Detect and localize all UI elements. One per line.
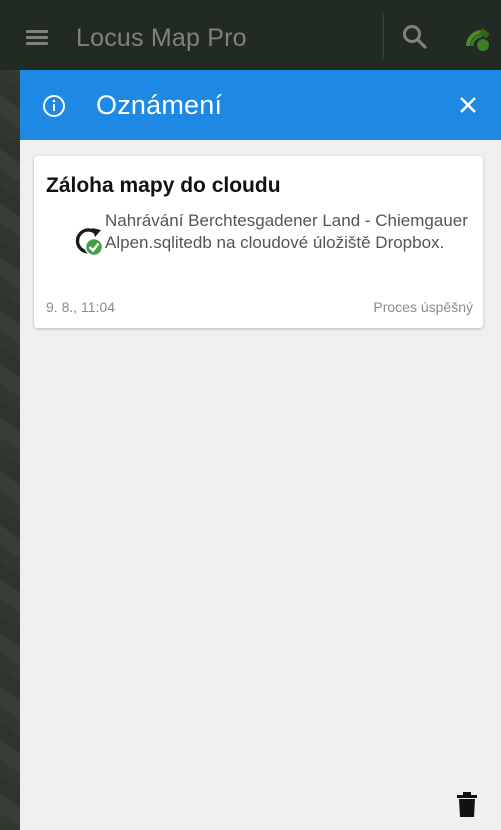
app-title: Locus Map Pro <box>76 24 247 52</box>
trash-icon[interactable] <box>456 792 478 818</box>
notification-card[interactable]: Záloha mapy do cloudu Nahrávání Berchtes… <box>34 156 483 328</box>
gps-satellite-icon[interactable] <box>462 24 492 54</box>
hamburger-menu-icon[interactable] <box>26 30 48 46</box>
dialog-title: Oznámení <box>96 90 223 120</box>
search-icon[interactable] <box>402 24 428 50</box>
app-bar-divider <box>383 14 384 58</box>
notification-title: Záloha mapy do cloudu <box>46 174 281 197</box>
notification-message: Nahrávání Berchtesgadener Land - Chiemga… <box>105 211 468 252</box>
sync-success-icon <box>75 228 104 257</box>
info-icon <box>43 95 65 117</box>
dialog-header: Oznámení <box>20 70 501 140</box>
close-button[interactable] <box>450 87 486 123</box>
app-bar: Locus Map Pro <box>0 0 501 70</box>
notification-time: 9. 8., 11:04 <box>46 299 116 315</box>
notifications-dialog: Oznámení Záloha mapy do cloudu Nahrávání… <box>20 70 501 830</box>
notification-status: Proces úspěšný <box>373 299 473 315</box>
close-icon <box>460 97 476 113</box>
